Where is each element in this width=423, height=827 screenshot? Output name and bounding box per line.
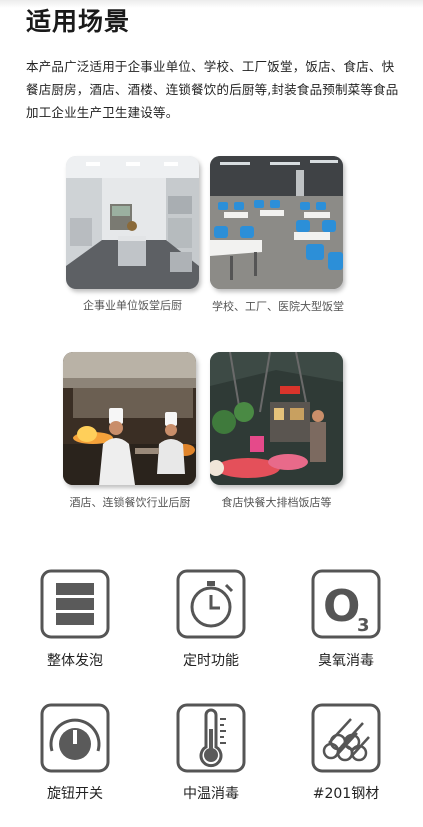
thermometer-icon bbox=[176, 703, 246, 773]
feature-label-ozone: 臭氧消毒 bbox=[318, 653, 374, 669]
feature-label-knob: 旋钮开关 bbox=[47, 786, 103, 802]
feature-label-foaming: 整体发泡 bbox=[47, 653, 103, 669]
restaurant-chefs-photo bbox=[63, 352, 196, 485]
feature-label-thermometer: 中温消毒 bbox=[183, 786, 239, 802]
steel-bars-icon bbox=[311, 703, 381, 773]
timer-icon bbox=[176, 569, 246, 639]
scene-caption-1: 企事业单位饭堂后厨 bbox=[83, 299, 182, 312]
rotary-knob-icon bbox=[40, 703, 110, 773]
commercial-kitchen-photo bbox=[66, 156, 199, 289]
scene-caption-3: 酒店、连锁餐饮行业后厨 bbox=[69, 496, 191, 509]
ozone-icon-subscript: 3 bbox=[357, 615, 370, 636]
section-title: 适用场景 bbox=[26, 7, 131, 36]
ozone-icon-letter: O bbox=[323, 581, 360, 632]
canteen-dining-hall-photo bbox=[210, 156, 343, 289]
overall-foaming-icon bbox=[40, 569, 110, 639]
food-stall-photo bbox=[210, 352, 343, 485]
scene-caption-2: 学校、工厂、医院大型饭堂 bbox=[212, 300, 344, 313]
feature-label-timer: 定时功能 bbox=[183, 653, 239, 669]
feature-label-steel: #201钢材 bbox=[312, 786, 380, 802]
scene-caption-4: 食店快餐大排档饭店等 bbox=[221, 496, 332, 509]
description-text: 本产品广泛适用于企事业单位、学校、工厂饭堂，饭店、食店、快餐店厨房，酒店、酒楼、… bbox=[26, 59, 399, 120]
ozone-icon: O 3 bbox=[311, 569, 381, 639]
